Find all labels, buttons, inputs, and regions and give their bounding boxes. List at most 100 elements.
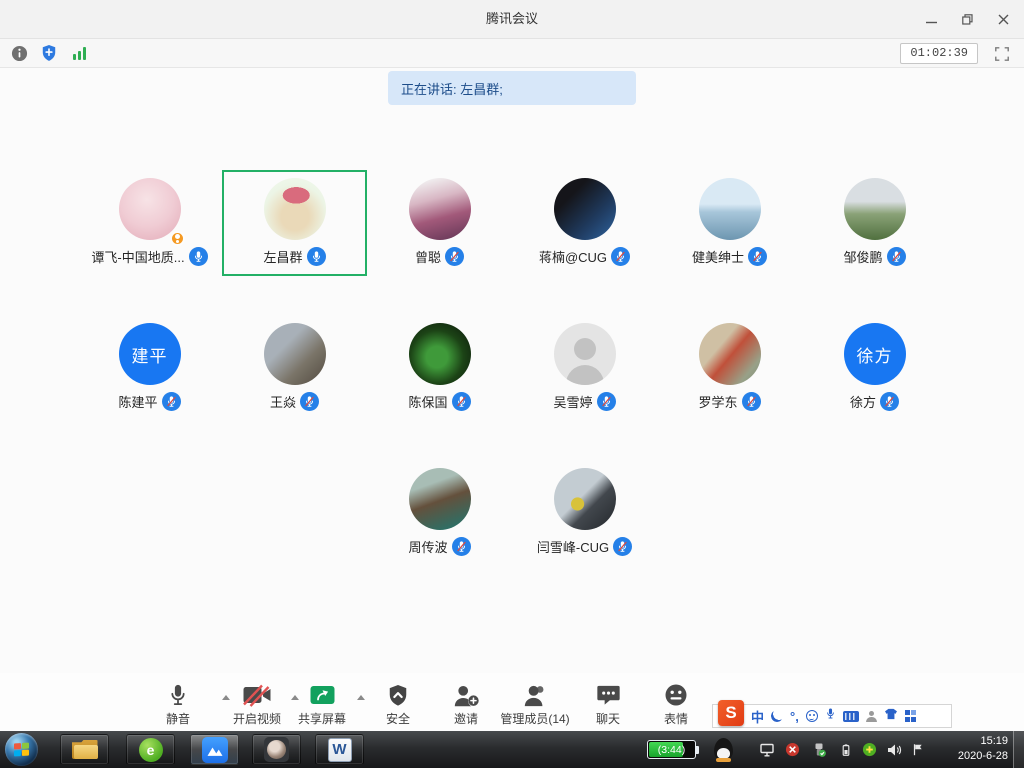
usb-icon[interactable] [810, 741, 827, 758]
taskbar-app-word[interactable]: W [315, 734, 364, 765]
participant-nameline: 陈保国 [408, 391, 470, 411]
participant-tile-chenbaoguo[interactable]: 陈保国 [367, 315, 512, 421]
avatar-image [409, 468, 471, 530]
battery-icon[interactable] [837, 741, 854, 758]
qq-icon[interactable] [714, 738, 733, 761]
shield-check-icon[interactable] [40, 43, 58, 63]
browser-360-icon: e [139, 738, 163, 762]
flag-icon[interactable] [909, 741, 926, 758]
participant-avatar [699, 323, 761, 385]
taskbar-app-tencent-meeting[interactable] [190, 734, 239, 765]
avatar-initials: 徐方 [844, 323, 906, 385]
fullscreen-icon[interactable] [992, 44, 1012, 64]
mic-muted-icon[interactable] [748, 247, 767, 266]
toolbar-item-label: 聊天 [596, 710, 620, 727]
participant-avatar [264, 178, 326, 240]
camera-off-icon [242, 681, 272, 709]
mic-muted-icon[interactable] [162, 392, 181, 411]
mic-on-icon[interactable] [307, 247, 326, 266]
participant-name: 王焱 [270, 392, 296, 411]
participant-name: 罗学东 [698, 392, 737, 411]
participant-tile-zuochangqun[interactable]: 左昌群 [222, 170, 367, 276]
participant-nameline: 邹俊鹏 [843, 246, 905, 266]
sogou-logo[interactable]: S [718, 700, 744, 726]
participant-tile-luoxuedong[interactable]: 罗学东 [657, 315, 802, 421]
mic-muted-icon[interactable] [445, 247, 464, 266]
taskbar-app-browser-360[interactable]: e [126, 734, 175, 765]
participant-tile-zhouchuanbo[interactable]: 周传波 [367, 460, 512, 566]
meeting-timer: 01:02:39 [900, 43, 978, 64]
participant-tile-yanxuefeng[interactable]: 闫雪峰-CUG [512, 460, 657, 566]
participant-avatar [264, 323, 326, 385]
mic-on-icon[interactable] [189, 247, 208, 266]
participant-tile-zengcong[interactable]: 曾聪 [367, 170, 512, 276]
participant-tile-jiangnan[interactable]: 蒋楠@CUG [512, 170, 657, 276]
skin-icon[interactable] [884, 707, 898, 725]
participant-name: 陈建平 [118, 392, 157, 411]
members-icon [522, 681, 548, 709]
signal-bars-icon[interactable] [70, 47, 88, 60]
tencent-meeting-window: 腾讯会议 01:02:39 [0, 0, 1024, 768]
shield-icon [387, 681, 409, 709]
mic-muted-icon[interactable] [452, 537, 471, 556]
keyboard-icon[interactable] [843, 711, 859, 722]
participant-tile-chenjianping[interactable]: 建平陈建平 [77, 315, 222, 421]
emoji-icon[interactable] [806, 710, 818, 722]
host-badge-icon [170, 231, 185, 246]
moon-icon[interactable] [771, 710, 783, 722]
info-icon[interactable] [10, 43, 28, 63]
avatar-image [264, 178, 326, 240]
participant-nameline: 蒋楠@CUG [539, 246, 630, 266]
chat-icon [596, 681, 621, 709]
grid-icon[interactable] [905, 710, 917, 722]
participant-nameline: 谭飞-中国地质... [91, 246, 207, 266]
window-title: 腾讯会议 [0, 0, 1024, 38]
user-icon[interactable] [866, 711, 877, 722]
show-desktop-button[interactable] [1013, 731, 1024, 768]
punctuation-icon[interactable]: °, [790, 709, 799, 724]
mic-icon[interactable] [825, 707, 836, 725]
mic-muted-icon[interactable] [880, 392, 899, 411]
speaker-icon[interactable] [885, 741, 902, 758]
close-icon[interactable] [990, 8, 1016, 30]
invite-icon [452, 681, 480, 709]
mic-muted-icon[interactable] [611, 247, 630, 266]
network-icon[interactable] [758, 741, 775, 758]
chinese-mode[interactable]: 中 [751, 707, 764, 726]
participant-avatar [554, 323, 616, 385]
participant-name: 健美绅士 [692, 247, 744, 266]
ime-bar: S 中 °, [712, 704, 952, 728]
participant-name: 蒋楠@CUG [539, 247, 607, 266]
participant-nameline: 徐方 [850, 391, 899, 411]
mic-muted-icon[interactable] [742, 392, 761, 411]
participant-tile-xufang[interactable]: 徐方徐方 [802, 315, 947, 421]
avatar-image [264, 323, 326, 385]
participant-name: 左昌群 [263, 247, 302, 266]
participant-tile-zoujunpeng[interactable]: 邹俊鹏 [802, 170, 947, 276]
participant-avatar [409, 468, 471, 530]
participant-tile-jianmeishenshi[interactable]: 健美绅士 [657, 170, 802, 276]
mic-muted-icon[interactable] [300, 392, 319, 411]
participant-tile-wangyan[interactable]: 王焱 [222, 315, 367, 421]
participant-tile-wuxueting[interactable]: 吴雪婷 [512, 315, 657, 421]
mic-muted-icon[interactable] [452, 392, 471, 411]
participant-row-1: 谭飞-中国地质... 左昌群 曾聪蒋楠@CUG 健美绅士 邹俊鹏 [0, 170, 1024, 276]
blocked-icon[interactable] [784, 741, 801, 758]
participant-name: 闫雪峰-CUG [537, 537, 609, 556]
antivirus-icon[interactable] [861, 741, 878, 758]
mic-muted-icon[interactable] [613, 537, 632, 556]
participant-tile-tanfei[interactable]: 谭飞-中国地质... [77, 170, 222, 276]
participant-name: 陈保国 [408, 392, 447, 411]
battery-meter[interactable]: (3:44) [647, 740, 696, 759]
share-screen-icon [309, 681, 336, 709]
mic-muted-icon[interactable] [597, 392, 616, 411]
taskbar-clock[interactable]: 15:19 2020-6-28 [958, 734, 1008, 764]
taskbar-app-photo-viewer[interactable] [252, 734, 301, 765]
participant-avatar [409, 178, 471, 240]
mic-muted-icon[interactable] [887, 247, 906, 266]
taskbar-app-explorer[interactable] [60, 734, 109, 765]
restore-button[interactable] [954, 8, 980, 30]
start-button[interactable] [5, 733, 38, 766]
minimize-button[interactable] [918, 8, 944, 30]
toolbar-item-label: 静音 [166, 710, 190, 727]
